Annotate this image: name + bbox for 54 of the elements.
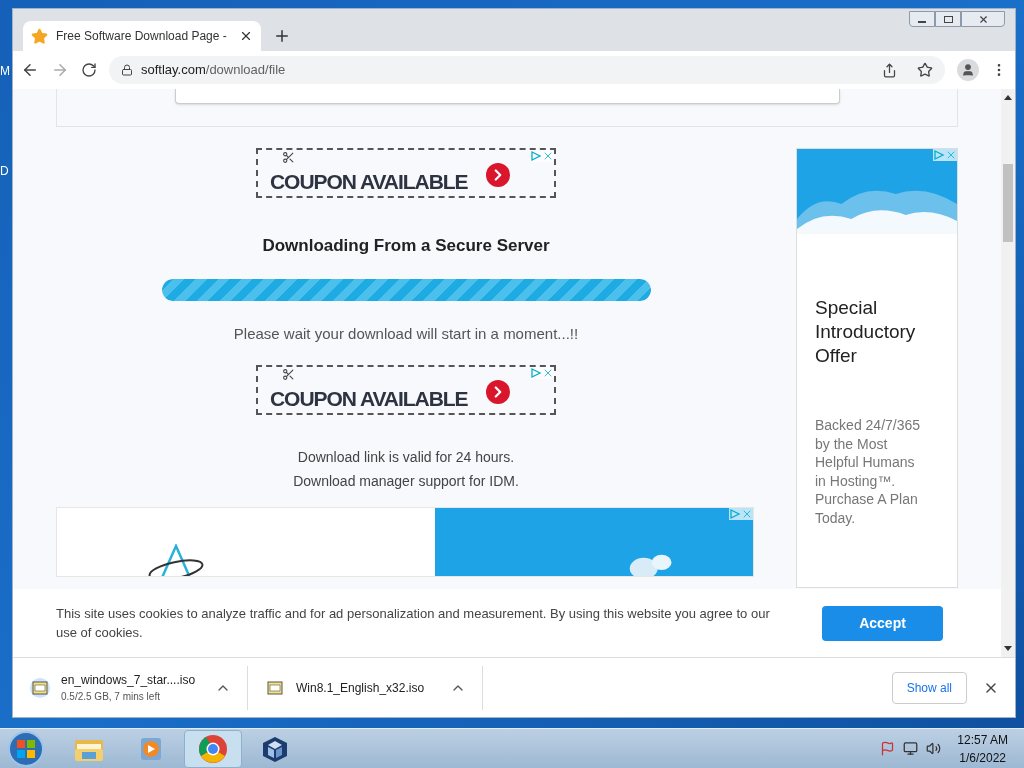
volume-icon[interactable]: [926, 741, 942, 756]
ad-title: Special Introductory Offer: [814, 296, 917, 368]
minimize-icon: [918, 21, 926, 23]
download-heading: Downloading From a Secure Server: [262, 235, 550, 257]
wait-message: Please wait your download will start in a moment...!!: [233, 323, 579, 344]
cube-icon: [261, 734, 289, 763]
desktop-icon-label: M: [0, 63, 10, 80]
browser-tab[interactable]: Free Software Download Page -: [23, 21, 261, 51]
star-icon: [31, 27, 48, 45]
new-tab-icon[interactable]: [273, 27, 291, 45]
address-bar[interactable]: softlay.com/download/file: [109, 56, 945, 84]
download-note: Download manager support for IDM.: [293, 472, 519, 491]
maximize-button[interactable]: [935, 11, 961, 27]
download-item[interactable]: Win8.1_English_x32.iso: [248, 665, 483, 710]
flag-icon[interactable]: [880, 741, 896, 756]
minimize-button[interactable]: [909, 11, 935, 27]
scrollbar[interactable]: [1001, 89, 1015, 657]
media-player-icon: [138, 735, 164, 762]
show-all-button[interactable]: Show all: [891, 671, 967, 704]
reload-icon[interactable]: [81, 62, 97, 78]
ad-body: Backed 24/7/365 by the Most Helpful Humans in Hosting™. Purchase A Plan Today.: [814, 416, 922, 527]
lock-icon: [121, 64, 133, 76]
share-icon[interactable]: [882, 62, 897, 78]
banner-ad[interactable]: [56, 507, 754, 577]
start-button[interactable]: [6, 729, 46, 768]
coupon-text: COUPON AVAILABLE: [270, 170, 468, 192]
download-status: 0.5/2.5 GB, 7 mins left: [61, 690, 161, 704]
tab-title: Free Software Download Page -: [56, 28, 228, 45]
coupon-ad[interactable]: COUPON AVAILABLE: [256, 365, 556, 415]
profile-icon[interactable]: [957, 59, 979, 81]
file-name: en_windows_7_star....iso: [61, 672, 197, 689]
clock-time: 12:57 AM: [957, 731, 1008, 749]
maximize-icon: [943, 15, 953, 23]
download-note: Download link is valid for 24 hours.: [297, 448, 515, 467]
cookie-text: This site uses cookies to analyze traffic and for ad personalization and measurement. By using this website you agree to our use of cookies.: [56, 605, 771, 642]
coupon-ad[interactable]: COUPON AVAILABLE: [256, 148, 556, 198]
desktop-icon-label: D: [0, 163, 9, 180]
bookmark-icon[interactable]: [917, 62, 933, 78]
url-text: softlay.com/download/file: [141, 61, 286, 80]
disc-image-icon: [29, 676, 51, 699]
network-icon[interactable]: [903, 741, 919, 756]
clock-date: 1/6/2022: [959, 749, 1006, 767]
file-name: Win8.1_English_x32.iso: [296, 679, 426, 697]
scissors-icon: [282, 151, 295, 164]
close-icon: [977, 13, 989, 25]
side-ad[interactable]: Special Introductory Offer Backed 24/7/365 by the Most Helpful Humans in Hosting™. Purchase A Plan Today.: [796, 148, 958, 588]
chrome-icon: [198, 733, 228, 764]
download-item[interactable]: en_windows_7_star....iso 0.5/2.5 GB, 7 mins left: [13, 665, 248, 710]
taskbar-app[interactable]: [184, 729, 242, 768]
coupon-text: COUPON AVAILABLE: [270, 387, 468, 409]
back-icon[interactable]: [21, 61, 39, 79]
atom-logo-icon: [147, 544, 205, 576]
scissors-icon: [282, 368, 295, 381]
close-icon[interactable]: [239, 29, 253, 43]
